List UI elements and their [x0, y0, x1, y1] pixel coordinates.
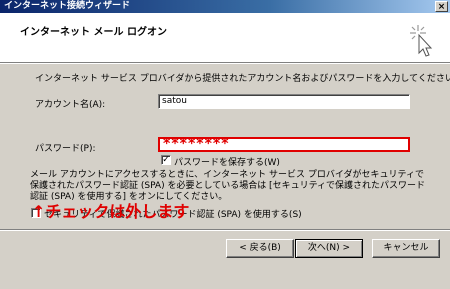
wizard-window: インターネット接続ウィザード × インターネット メール ログオン インターネッ…	[0, 0, 450, 289]
header-divider	[0, 63, 450, 64]
footer-divider-highlight	[0, 230, 450, 231]
page-title: インターネット メール ログオン	[20, 27, 167, 38]
wizard-wand-icon	[410, 25, 433, 57]
next-button[interactable]: 次へ(N) >	[295, 239, 363, 258]
account-label: アカウント名(A):	[35, 100, 106, 110]
save-password-checkbox[interactable]: ✓	[161, 155, 171, 165]
intro-text: インターネット サービス プロバイダから提供されたアカウント名およびパスワードを…	[35, 74, 450, 84]
wizard-header: インターネット メール ログオン	[0, 13, 450, 63]
back-button[interactable]: < 戻る(B)	[226, 239, 294, 258]
window-title: インターネット接続ウィザード	[4, 1, 131, 11]
close-button[interactable]: ×	[435, 1, 448, 12]
save-password-label: パスワードを保存する(W)	[174, 158, 280, 168]
title-bar: インターネット接続ウィザード ×	[0, 0, 450, 13]
annotation-text: ↑チェックは外します	[32, 202, 190, 221]
cancel-button[interactable]: キャンセル	[372, 239, 440, 258]
password-label: パスワード(P):	[35, 144, 96, 154]
account-input[interactable]: satou	[158, 94, 410, 109]
password-input[interactable]: ********	[158, 137, 410, 152]
